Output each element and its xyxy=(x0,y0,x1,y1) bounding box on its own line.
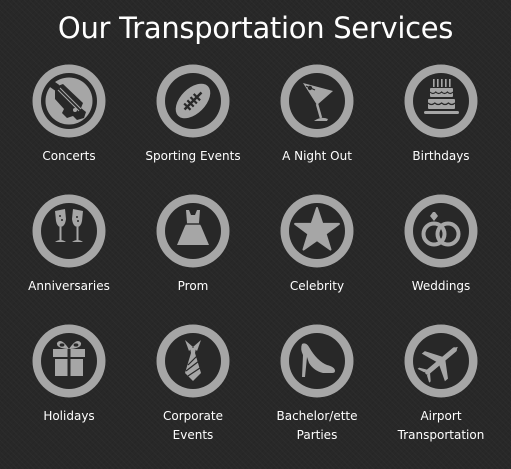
service-bachelor-ette-parties[interactable]: Bachelor/ette Parties xyxy=(255,323,379,445)
service-weddings[interactable]: Weddings xyxy=(379,193,503,296)
service-label: Bachelor/ette Parties xyxy=(276,409,358,442)
service-label: Weddings xyxy=(411,279,471,293)
gift-box-icon xyxy=(32,324,106,398)
service-label: Celebrity xyxy=(289,279,345,293)
airplane-icon xyxy=(404,324,478,398)
service-a-night-out[interactable]: A Night Out xyxy=(255,63,379,166)
service-label: Anniversaries xyxy=(28,279,110,293)
necktie-icon xyxy=(156,324,230,398)
martini-glass-icon xyxy=(280,64,354,138)
service-prom[interactable]: Prom xyxy=(131,193,255,296)
service-anniversaries[interactable]: Anniversaries xyxy=(7,193,131,296)
service-label: Birthdays xyxy=(412,149,470,163)
service-airport-transportation[interactable]: Airport Transportation xyxy=(379,323,503,445)
champagne-glasses-icon xyxy=(32,194,106,268)
service-label: Concerts xyxy=(42,149,96,163)
service-label: Airport Transportation xyxy=(397,409,485,442)
page-title: Our Transportation Services xyxy=(57,11,454,45)
service-label: A Night Out xyxy=(282,149,352,163)
high-heel-shoe-icon xyxy=(280,324,354,398)
service-birthdays[interactable]: Birthdays xyxy=(379,63,503,166)
service-sporting-events[interactable]: Sporting Events xyxy=(131,63,255,166)
football-icon xyxy=(156,64,230,138)
wedding-rings-icon xyxy=(404,194,478,268)
service-corporate-events[interactable]: Corporate Events xyxy=(131,323,255,445)
service-concerts[interactable]: Concerts xyxy=(7,63,131,166)
service-label: Prom xyxy=(177,279,209,293)
prom-dress-icon xyxy=(156,194,230,268)
service-celebrity[interactable]: Celebrity xyxy=(255,193,379,296)
star-icon xyxy=(280,194,354,268)
service-label: Corporate Events xyxy=(163,409,223,442)
service-holidays[interactable]: Holidays xyxy=(7,323,131,426)
service-label: Sporting Events xyxy=(145,149,241,163)
birthday-cake-icon xyxy=(404,64,478,138)
guitar-icon xyxy=(32,64,106,138)
service-label: Holidays xyxy=(43,409,95,423)
